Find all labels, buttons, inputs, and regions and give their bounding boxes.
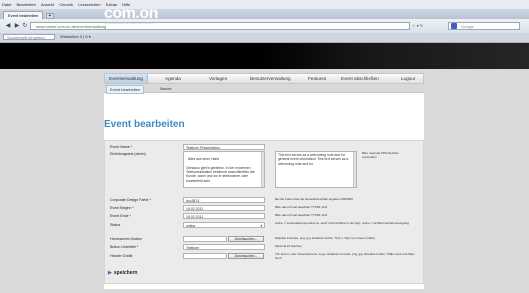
event-end-hint: Bitte das Format beachten TT.MM.JJJJ bbox=[275, 213, 327, 217]
menu-item-history[interactable]: Chronik bbox=[57, 0, 75, 7]
nav-item-agenda[interactable]: Agenda bbox=[165, 74, 181, 83]
menu-item-bookmarks[interactable]: Lesezeichen bbox=[76, 0, 102, 7]
subnav-event-bearbeiten[interactable]: Event bearbeiten bbox=[106, 85, 145, 94]
browser-tabstrip: Event bearbeiten + bbox=[0, 9, 529, 19]
reload-icon[interactable]: ↻ bbox=[21, 22, 29, 30]
subnav-neues[interactable]: Neues bbox=[160, 85, 172, 92]
browser-tab-active[interactable]: Event bearbeiten bbox=[3, 11, 43, 19]
button-subtitle-hint: Maximal 15 Zeichen. bbox=[275, 244, 303, 248]
browser-search-input[interactable]: Google bbox=[448, 22, 520, 30]
toolbar-search-input[interactable]: Suchbegriff eingeben bbox=[3, 34, 55, 40]
nav-item-benutzerverwaltung[interactable]: Benutzerverwaltung bbox=[250, 74, 291, 83]
event-end-label: Event Ende * bbox=[110, 214, 131, 218]
toolbar-item[interactable]: Webseiten 0 | 6 ▾ bbox=[60, 34, 91, 40]
event-name-input[interactable]: Telekom Präsentation bbox=[183, 144, 265, 150]
header-graphic-label: Header Grafik bbox=[110, 254, 133, 258]
menu-item-edit[interactable]: Bearbeiten bbox=[14, 0, 37, 7]
browser-menubar: Datei Bearbeiten Ansicht Chronik Lesezei… bbox=[0, 0, 529, 9]
intro-text-en-value: This text serves as a welcoming note and… bbox=[278, 153, 349, 166]
home-button-browse-button[interactable]: Durchsuchen... bbox=[228, 236, 264, 242]
menu-item-file[interactable]: Datei bbox=[0, 0, 13, 7]
search-engine-icon[interactable] bbox=[451, 23, 457, 29]
intro-text-hint: Bitte maximal 1554 Zeichen verwenden bbox=[362, 151, 400, 159]
intro-text-en-textarea[interactable]: This text serves as a welcoming note and… bbox=[275, 151, 357, 188]
home-button-hint: Erlaubte Formate: png, jpg. Erlaubte Grö… bbox=[275, 236, 376, 240]
nav-item-vorlagen[interactable]: Vorlagen bbox=[209, 74, 227, 83]
save-button-label: speichern bbox=[113, 270, 138, 276]
browser-navbar: ◀ ▶ ↻ www.online.com.on.de/eventverwaltu… bbox=[0, 19, 529, 34]
textarea-scrollbar[interactable] bbox=[353, 152, 356, 187]
main-navigation: Eventverwaltung Agenda Vorlagen Benutzer… bbox=[104, 73, 424, 84]
nav-item-event-abschliessen[interactable]: Event abschließen bbox=[341, 74, 379, 83]
status-selected-value: online bbox=[186, 224, 196, 228]
chevron-down-icon: ▼ bbox=[260, 224, 263, 228]
intro-text-de-textarea[interactable]: Alles aus einer Hand Genauso geht's gerd… bbox=[183, 151, 265, 188]
home-button-file-input[interactable] bbox=[183, 236, 227, 242]
header-graphic-hint: z.B. Event- oder Unternehmens- Logo. Erl… bbox=[275, 252, 415, 260]
header-graphic-file-input[interactable] bbox=[183, 253, 227, 259]
status-hint: online = Veranstaltungsmodus ist, auch n… bbox=[275, 221, 409, 225]
event-begin-hint: Bitte das Format beachten TT.MM.JJJJ bbox=[275, 205, 327, 209]
page-bottom bbox=[0, 289, 529, 293]
arrow-right-icon: ▶ bbox=[108, 270, 112, 276]
address-bar[interactable]: www.online.com.on.de/eventverwaltung bbox=[30, 22, 410, 30]
forward-icon[interactable]: ▶ bbox=[13, 22, 21, 30]
corporate-color-input[interactable]: #cc3874 bbox=[183, 197, 265, 203]
corporate-color-label: Corporate Design Farbe * bbox=[110, 198, 151, 202]
event-begin-input[interactable]: 19.02.2011 bbox=[183, 205, 265, 211]
event-name-label: Event Name * bbox=[110, 145, 133, 149]
event-begin-label: Event Beginn * bbox=[110, 206, 134, 210]
intro-text-de-value: Alles aus einer Hand Genauso geht's gerd… bbox=[186, 157, 255, 183]
button-subtitle-input[interactable]: Telekom bbox=[183, 244, 265, 250]
button-subtitle-label: Button Untertitel * bbox=[110, 245, 139, 249]
save-button[interactable]: ▶ speichern bbox=[108, 270, 137, 276]
textarea-scrollbar[interactable] bbox=[261, 152, 264, 187]
addon-toolbar: Suchbegriff eingeben Webseiten 0 | 6 ▾ bbox=[0, 33, 529, 43]
site-tagline: communication for smart connections bbox=[104, 21, 154, 25]
sub-navigation: Event bearbeiten Neues bbox=[104, 84, 424, 94]
header-graphic-browse-button[interactable]: Durchsuchen... bbox=[228, 253, 264, 259]
home-button-label: Homescreen Button bbox=[110, 237, 142, 241]
status-label: Status bbox=[110, 223, 121, 227]
header-background bbox=[260, 43, 529, 69]
site-header bbox=[0, 43, 529, 69]
status-select[interactable]: online ▼ bbox=[183, 222, 265, 228]
event-end-input[interactable]: 19.02.2011 bbox=[183, 213, 265, 219]
back-icon[interactable]: ◀ bbox=[4, 22, 12, 30]
nav-item-logout[interactable]: Logout bbox=[401, 74, 415, 83]
menu-item-view[interactable]: Ansicht bbox=[39, 0, 56, 7]
nav-item-eventverwaltung[interactable]: Eventverwaltung bbox=[105, 74, 148, 83]
corporate-color-hint: Bei die Farbe bitte die Hexadezimalzahl … bbox=[275, 197, 353, 201]
page-title: Event bearbeiten bbox=[104, 119, 185, 130]
intro-text-label: Einleitungstext (de/en) bbox=[110, 152, 146, 156]
address-bar-icons[interactable]: ☆ ▾ ↻ bbox=[412, 22, 446, 30]
nav-item-features[interactable]: Features bbox=[308, 74, 326, 83]
